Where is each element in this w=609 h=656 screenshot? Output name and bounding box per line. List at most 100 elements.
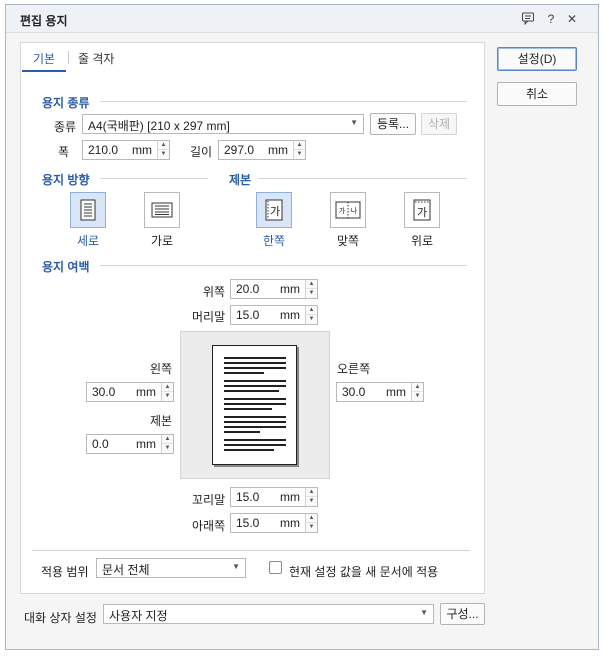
spinner[interactable]: ▲ ▼ <box>305 488 317 506</box>
speech-bubble-icon[interactable] <box>520 11 536 27</box>
length-field[interactable]: 297.0 mm ▲ ▼ <box>218 140 306 160</box>
svg-text:나: 나 <box>351 206 358 215</box>
ok-button[interactable]: 설정(D) <box>497 47 577 71</box>
bottom-margin-label: 아래쪽 <box>192 519 226 533</box>
single-side-binding-icon: 가 <box>265 199 283 221</box>
preview-text-line <box>224 408 272 410</box>
spin-down-icon[interactable]: ▼ <box>412 392 423 401</box>
dialog-settings-label: 대화 상자 설정 <box>24 611 97 625</box>
unit: mm <box>386 385 406 399</box>
preview-text-line <box>224 398 286 400</box>
spinner[interactable]: ▲ ▼ <box>411 383 423 401</box>
facing-pages-binding-label: 맞쪽 <box>336 234 360 248</box>
cancel-button[interactable]: 취소 <box>497 82 577 106</box>
spin-down-icon[interactable]: ▼ <box>294 150 305 159</box>
spin-up-icon[interactable]: ▲ <box>306 306 317 315</box>
unit: mm <box>280 282 300 296</box>
gutter-margin-field[interactable]: 0.0 mm ▲ ▼ <box>86 434 174 454</box>
length-label: 길이 <box>190 145 213 159</box>
divider <box>258 178 467 179</box>
spin-down-icon[interactable]: ▼ <box>158 150 169 159</box>
spin-up-icon[interactable]: ▲ <box>412 383 423 392</box>
left-margin-value: 30.0 <box>92 385 116 399</box>
top-binding-option[interactable]: 가 <box>404 192 440 228</box>
spinner[interactable]: ▲ ▼ <box>305 306 317 324</box>
spin-down-icon[interactable]: ▼ <box>306 497 317 506</box>
svg-text:가: 가 <box>417 206 427 219</box>
top-binding-label: 위로 <box>410 234 434 248</box>
spin-up-icon[interactable]: ▲ <box>306 280 317 289</box>
register-button[interactable]: 등록... <box>370 113 416 135</box>
spin-up-icon[interactable]: ▲ <box>294 141 305 150</box>
spinner[interactable]: ▲ ▼ <box>305 514 317 532</box>
apply-to-new-documents-checkbox[interactable] <box>269 561 282 574</box>
portrait-page-icon <box>80 199 96 221</box>
landscape-page-icon <box>151 202 173 218</box>
portrait-label: 세로 <box>76 234 100 248</box>
right-margin-field[interactable]: 30.0 mm ▲ ▼ <box>336 382 424 402</box>
spin-up-icon[interactable]: ▲ <box>306 488 317 497</box>
spin-up-icon[interactable]: ▲ <box>306 514 317 523</box>
top-margin-field[interactable]: 20.0 mm ▲ ▼ <box>230 279 318 299</box>
portrait-option[interactable] <box>70 192 106 228</box>
spin-up-icon[interactable]: ▲ <box>162 435 173 444</box>
divider <box>100 101 467 102</box>
width-spinner[interactable]: ▲ ▼ <box>157 141 169 159</box>
spin-down-icon[interactable]: ▼ <box>162 444 173 453</box>
dialog-settings-value: 사용자 지정 <box>109 609 168 623</box>
left-margin-field[interactable]: 30.0 mm ▲ ▼ <box>86 382 174 402</box>
spin-down-icon[interactable]: ▼ <box>306 523 317 532</box>
margins-section-title: 용지 여백 <box>42 260 90 274</box>
apply-scope-select[interactable]: 문서 전체 ▼ <box>96 558 246 578</box>
help-icon[interactable]: ? <box>543 11 559 27</box>
width-field[interactable]: 210.0 mm ▲ ▼ <box>82 140 170 160</box>
bottom-margin-field[interactable]: 15.0 mm ▲ ▼ <box>230 513 318 533</box>
single-side-binding-label: 한쪽 <box>262 234 286 248</box>
spin-down-icon[interactable]: ▼ <box>306 315 317 324</box>
facing-pages-binding-option[interactable]: 가나 <box>330 192 366 228</box>
width-unit: mm <box>132 143 152 157</box>
spin-up-icon[interactable]: ▲ <box>162 383 173 392</box>
spin-down-icon[interactable]: ▼ <box>306 289 317 298</box>
spinner[interactable]: ▲ ▼ <box>161 383 173 401</box>
divider <box>100 178 208 179</box>
close-icon[interactable]: ✕ <box>564 11 580 27</box>
width-label: 폭 <box>58 145 70 159</box>
header-margin-value: 15.0 <box>236 308 260 322</box>
spin-up-icon[interactable]: ▲ <box>158 141 169 150</box>
spinner[interactable]: ▲ ▼ <box>305 280 317 298</box>
apply-to-new-documents-label[interactable]: 현재 설정 값을 새 문서에 적용 <box>289 563 438 580</box>
title-bar: 편집 용지 ? ✕ <box>6 5 598 33</box>
right-margin-value: 30.0 <box>342 385 366 399</box>
length-spinner[interactable]: ▲ ▼ <box>293 141 305 159</box>
unit: mm <box>280 308 300 322</box>
header-margin-label: 머리말 <box>192 310 226 324</box>
spin-down-icon[interactable]: ▼ <box>162 392 173 401</box>
paper-type-label: 종류 <box>54 120 77 134</box>
tab-basic[interactable]: 기본 <box>33 50 55 67</box>
preview-text-line <box>224 421 286 423</box>
divider <box>32 550 470 551</box>
bottom-margin-value: 15.0 <box>236 516 260 530</box>
config-button[interactable]: 구성... <box>440 603 485 625</box>
footer-margin-field[interactable]: 15.0 mm ▲ ▼ <box>230 487 318 507</box>
spinner[interactable]: ▲ ▼ <box>161 435 173 453</box>
landscape-option[interactable] <box>144 192 180 228</box>
preview-text-line <box>224 390 279 392</box>
chevron-down-icon: ▼ <box>350 118 358 127</box>
paper-type-select[interactable]: A4(국배판) [210 x 297 mm] ▼ <box>82 114 364 134</box>
dialog-settings-select[interactable]: 사용자 지정 ▼ <box>103 604 434 624</box>
gutter-margin-value: 0.0 <box>92 437 109 451</box>
tab-line-grid[interactable]: 줄 격자 <box>78 50 114 67</box>
single-side-binding-option[interactable]: 가 <box>256 192 292 228</box>
active-tab-indicator <box>22 70 66 72</box>
header-margin-field[interactable]: 15.0 mm ▲ ▼ <box>230 305 318 325</box>
svg-text:가: 가 <box>339 206 346 215</box>
preview-text-line <box>224 403 286 405</box>
orientation-section-title: 용지 방향 <box>42 173 90 187</box>
tab-separator <box>68 51 69 64</box>
top-margin-value: 20.0 <box>236 282 260 296</box>
preview-text-line <box>224 439 286 441</box>
preview-text-line <box>224 449 274 451</box>
delete-button[interactable]: 삭제 <box>421 113 457 135</box>
